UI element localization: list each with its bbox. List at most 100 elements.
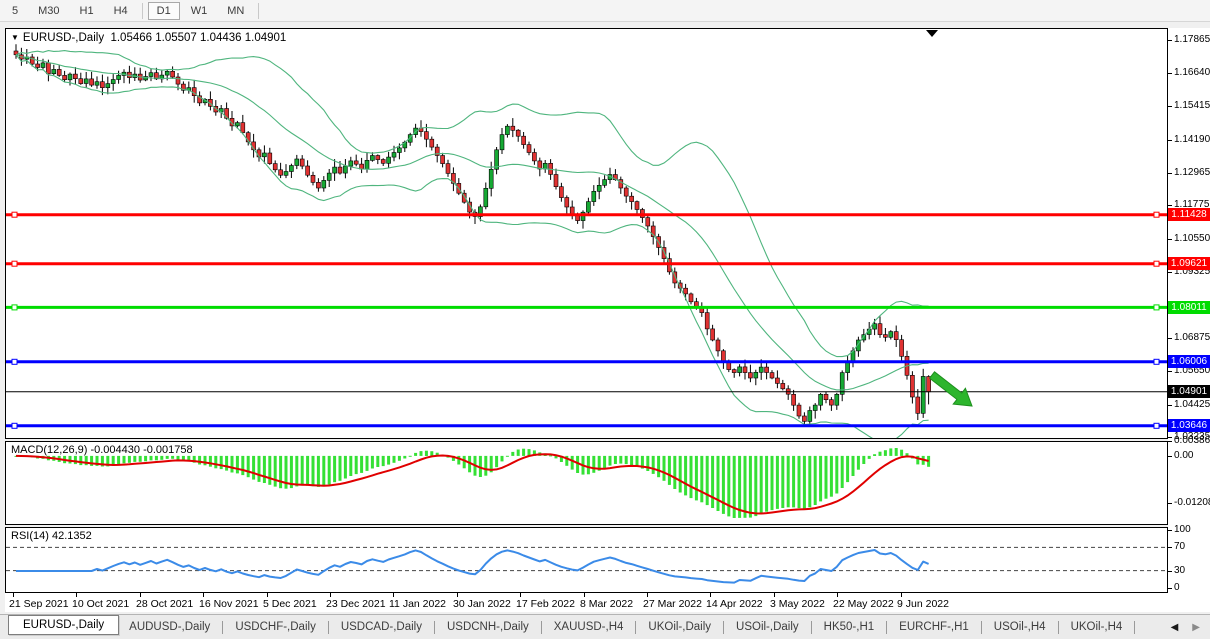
date-axis-label: 14 Apr 2022: [706, 598, 763, 610]
price-axis-badge-1.03646: 1.03646: [1168, 419, 1210, 432]
price-axis-tick-label: 1.16640: [1174, 67, 1210, 79]
date-axis-tick: [710, 593, 711, 597]
tab-usdcnh-daily[interactable]: USDCNH-,Daily: [437, 618, 539, 636]
tab-xauusd-h4[interactable]: XAUUSD-,H4: [544, 618, 634, 636]
price-axis-tick: [1168, 371, 1172, 372]
date-axis-label: 21 Sep 2021: [9, 598, 69, 610]
tab-usdcad-daily[interactable]: USDCAD-,Daily: [331, 618, 432, 636]
date-axis-label: 28 Oct 2021: [136, 598, 193, 610]
rsi-axis-tick: [1168, 547, 1172, 548]
rsi-axis-tick-label: 100: [1174, 524, 1191, 536]
tab-hk50-h1[interactable]: HK50-,H1: [814, 618, 885, 636]
timeframe-toolbar: 5M30H1H4 D1W1MN: [0, 0, 1210, 22]
price-axis-badge-1.04901: 1.04901: [1168, 385, 1210, 398]
rsi-axis-tick-label: 0: [1174, 582, 1180, 594]
price-axis-tick: [1168, 239, 1172, 240]
tab-separator: [328, 621, 329, 634]
date-axis-label: 9 Jun 2022: [897, 598, 949, 610]
date-axis-tick: [457, 593, 458, 597]
rsi-axis-tick: [1168, 530, 1172, 531]
price-axis-tick-label: 1.12965: [1174, 167, 1210, 179]
date-axis-tick: [267, 593, 268, 597]
timeframe-button-d1[interactable]: D1: [148, 2, 180, 20]
date-axis-label: 5 Dec 2021: [263, 598, 317, 610]
tab-usdchf-daily[interactable]: USDCHF-,Daily: [225, 618, 326, 636]
toolbar-separator: [258, 3, 259, 19]
hline-1.06006[interactable]: [6, 359, 1167, 364]
date-axis-tick: [520, 593, 521, 597]
price-axis-tick-label: 1.15415: [1174, 100, 1210, 112]
timeframe-button-h4[interactable]: H4: [105, 2, 137, 20]
tab-ukoil-daily[interactable]: UKOil-,Daily: [638, 618, 721, 636]
tab-audusd-daily[interactable]: AUDUSD-,Daily: [119, 618, 220, 636]
timeframe-button-w1[interactable]: W1: [182, 2, 217, 20]
price-axis-tick-label: 1.04425: [1174, 399, 1210, 411]
chart-title-ohlc: 1.05466 1.05507 1.04436 1.04901: [110, 32, 286, 44]
date-axis-tick: [584, 593, 585, 597]
price-axis: 1.178651.166401.154151.141901.129651.117…: [1168, 28, 1210, 612]
down-right-arrow-annotation[interactable]: [930, 372, 972, 406]
timeframe-button-m30[interactable]: M30: [29, 2, 68, 20]
tab-separator: [886, 621, 887, 634]
tab-eurchf-h1[interactable]: EURCHF-,H1: [889, 618, 979, 636]
tab-separator: [1134, 621, 1135, 634]
date-axis-tick: [203, 593, 204, 597]
candles-layer: [14, 44, 931, 426]
tab-ukoil-h4[interactable]: UKOil-,H4: [1061, 618, 1133, 636]
rsi-panel[interactable]: RSI(14) 42.1352: [5, 527, 1168, 593]
tab-eurusd-daily[interactable]: EURUSD-,Daily: [8, 615, 119, 635]
price-chart-panel[interactable]: ▼ EURUSD-,Daily 1.05466 1.05507 1.04436 1…: [5, 28, 1168, 439]
price-axis-tick: [1168, 73, 1172, 74]
macd-axis-tick-label: 0.00: [1174, 450, 1193, 462]
price-axis-tick: [1168, 338, 1172, 339]
price-axis-badge-1.06006: 1.06006: [1168, 355, 1210, 368]
timeframe-button-5[interactable]: 5: [3, 2, 27, 20]
price-axis-badge-1.09621: 1.09621: [1168, 257, 1210, 270]
rsi-axis-tick: [1168, 588, 1172, 589]
date-axis-label: 11 Jan 2022: [389, 598, 446, 610]
price-axis-tick: [1168, 272, 1172, 273]
macd-label: MACD(12,26,9) -0.004430 -0.001758: [11, 444, 193, 456]
macd-panel[interactable]: MACD(12,26,9) -0.004430 -0.001758: [5, 441, 1168, 525]
price-axis-tick: [1168, 205, 1172, 206]
bollinger-lower-line: [16, 55, 929, 438]
date-axis-label: 22 May 2022: [833, 598, 894, 610]
macd-axis-tick: [1168, 503, 1172, 504]
rsi-line: [16, 550, 929, 583]
date-axis-tick: [140, 593, 141, 597]
tab-usoil-daily[interactable]: USOil-,Daily: [726, 618, 809, 636]
macd-histogram: [15, 448, 931, 518]
tab-separator: [1058, 621, 1059, 634]
hline-1.09621[interactable]: [6, 261, 1167, 266]
rsi-label: RSI(14) 42.1352: [11, 530, 92, 542]
bollinger-middle-line: [16, 55, 929, 390]
hline-1.11428[interactable]: [6, 212, 1167, 217]
price-axis-tick: [1168, 437, 1172, 438]
timeframe-button-mn[interactable]: MN: [218, 2, 253, 20]
hline-1.03646[interactable]: [6, 423, 1167, 428]
tab-usoil-h4[interactable]: USOil-,H4: [984, 618, 1056, 636]
date-axis-tick: [13, 593, 14, 597]
date-axis-label: 3 May 2022: [770, 598, 825, 610]
price-axis-tick-label: 1.06875: [1174, 332, 1210, 344]
date-axis-tick: [647, 593, 648, 597]
price-axis-tick: [1168, 173, 1172, 174]
chart-title-symbol: EURUSD-,Daily: [23, 32, 104, 44]
rsi-canvas[interactable]: [6, 528, 1167, 592]
date-axis-label: 17 Feb 2022: [516, 598, 575, 610]
tab-separator: [222, 621, 223, 634]
price-axis-tick-label: 1.17865: [1174, 34, 1210, 46]
tab-scroll-right-icon[interactable]: ▶: [1192, 622, 1200, 633]
macd-axis-tick: [1168, 456, 1172, 457]
chart-expand-icon[interactable]: ▼: [11, 33, 19, 42]
tab-scroll-left-icon[interactable]: ◀: [1171, 622, 1179, 633]
tab-separator: [434, 621, 435, 634]
price-chart-canvas[interactable]: [6, 29, 1167, 438]
rsi-axis-tick-label: 70: [1174, 541, 1185, 553]
tab-scroll-arrows: ◀▶: [1171, 622, 1200, 633]
timeframe-button-h1[interactable]: H1: [71, 2, 103, 20]
rsi-axis-tick-label: 30: [1174, 565, 1185, 577]
macd-axis-tick-label: 0.003865: [1174, 435, 1210, 447]
rsi-axis-tick: [1168, 571, 1172, 572]
hline-1.08011[interactable]: [6, 305, 1167, 310]
